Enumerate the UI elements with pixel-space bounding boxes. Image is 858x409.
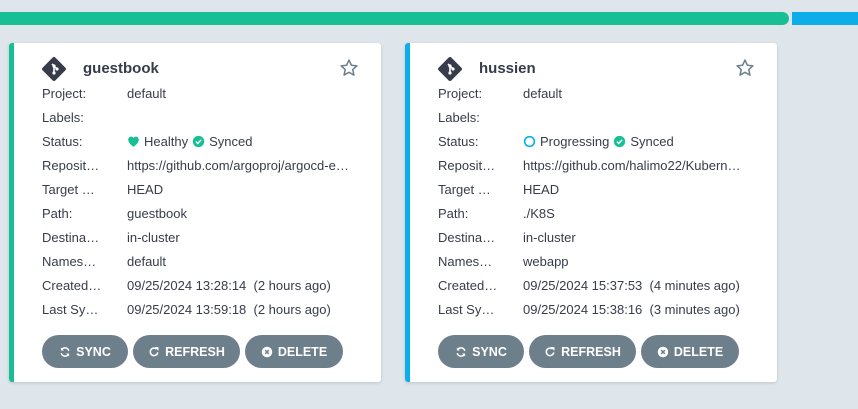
app-tile-guestbook[interactable]: guestbook Project: default Labels: Statu… — [9, 43, 381, 382]
star-icon[interactable] — [735, 58, 755, 78]
status-value: Progressing Synced — [523, 134, 674, 149]
close-circle-icon — [261, 346, 273, 357]
last-sync-label: Last Sy… — [438, 302, 495, 317]
project-value: default — [523, 86, 563, 101]
health-status-text: Progressing — [540, 134, 610, 149]
refresh-button[interactable]: REFRESH — [133, 335, 240, 368]
repository-value: https://github.com/argoproj/argocd-examp… — [127, 158, 349, 173]
progressing-circle-icon — [523, 135, 536, 148]
repository-value: https://github.com/halimo22/Kubernetes — [523, 158, 745, 173]
health-accent-stripe — [9, 43, 14, 382]
git-icon — [42, 57, 66, 81]
health-status-text: Healthy — [144, 134, 189, 149]
namespace-label: Names… — [42, 254, 97, 269]
status-bar-healthy-segment — [0, 12, 789, 25]
app-name[interactable]: guestbook — [83, 60, 159, 77]
app-actions: SYNC REFRESH DELETE — [42, 335, 343, 368]
status-bar-progressing-segment — [792, 12, 858, 25]
delete-button[interactable]: DELETE — [245, 335, 343, 368]
created-label: Created… — [42, 278, 102, 293]
target-label: Target … — [42, 182, 95, 197]
heart-icon — [128, 136, 139, 147]
health-accent-stripe — [405, 43, 410, 382]
git-icon — [438, 57, 462, 81]
refresh-button-label: REFRESH — [561, 344, 621, 359]
destination-label: Destina… — [42, 230, 100, 245]
destination-value: in-cluster — [127, 230, 180, 245]
refresh-icon — [545, 346, 555, 356]
app-tile-hussien[interactable]: hussien Project: default Labels: Status:… — [405, 43, 777, 382]
namespace-value: webapp — [523, 254, 569, 269]
star-icon[interactable] — [339, 58, 359, 78]
path-value: ./K8S — [523, 206, 555, 221]
status-label: Status: — [438, 134, 479, 149]
target-value: HEAD — [523, 182, 560, 197]
created-label: Created… — [438, 278, 498, 293]
app-status-summary-bar — [0, 12, 858, 25]
last-sync-value: 09/25/2024 15:38:16 (3 minutes ago) — [523, 302, 740, 317]
check-circle-icon — [192, 135, 205, 148]
project-label: Project: — [438, 86, 483, 101]
repository-label: Reposit… — [42, 158, 100, 173]
path-label: Path: — [42, 206, 73, 221]
sync-button-label: SYNC — [76, 344, 111, 359]
app-actions: SYNC REFRESH DELETE — [438, 335, 739, 368]
last-sync-label: Last Sy… — [42, 302, 99, 317]
check-circle-icon — [614, 135, 626, 148]
sync-button[interactable]: SYNC — [42, 335, 128, 368]
delete-button[interactable]: DELETE — [641, 335, 739, 368]
app-tile-header: hussien — [437, 56, 767, 82]
project-value: default — [127, 86, 167, 101]
refresh-button-label: REFRESH — [165, 344, 225, 359]
path-label: Path: — [438, 206, 469, 221]
created-value: 09/25/2024 15:37:53 (4 minutes ago) — [523, 278, 740, 293]
sync-status-text: Synced — [209, 134, 253, 149]
target-label: Target … — [438, 182, 491, 197]
sync-button[interactable]: SYNC — [438, 335, 524, 368]
refresh-icon — [149, 346, 159, 356]
status-value: Healthy Synced — [127, 134, 252, 149]
delete-button-label: DELETE — [277, 344, 328, 359]
destination-value: in-cluster — [523, 230, 576, 245]
sync-icon — [60, 346, 70, 357]
refresh-button[interactable]: REFRESH — [529, 335, 636, 368]
destination-label: Destina… — [438, 230, 496, 245]
last-sync-value: 09/25/2024 13:59:18 (2 hours ago) — [127, 302, 331, 317]
app-tile-header: guestbook — [41, 56, 371, 82]
status-label: Status: — [42, 134, 83, 149]
project-label: Project: — [42, 86, 87, 101]
delete-button-label: DELETE — [673, 344, 724, 359]
sync-button-label: SYNC — [472, 344, 507, 359]
labels-label: Labels: — [438, 110, 480, 125]
target-value: HEAD — [127, 182, 164, 197]
path-value: guestbook — [127, 206, 187, 221]
namespace-value: default — [127, 254, 167, 269]
repository-label: Reposit… — [438, 158, 496, 173]
labels-label: Labels: — [42, 110, 84, 125]
created-value: 09/25/2024 13:28:14 (2 hours ago) — [127, 278, 331, 293]
close-circle-icon — [657, 346, 669, 357]
sync-icon — [456, 346, 466, 357]
sync-status-text: Synced — [630, 134, 674, 149]
namespace-label: Names… — [438, 254, 493, 269]
app-name[interactable]: hussien — [479, 60, 536, 77]
